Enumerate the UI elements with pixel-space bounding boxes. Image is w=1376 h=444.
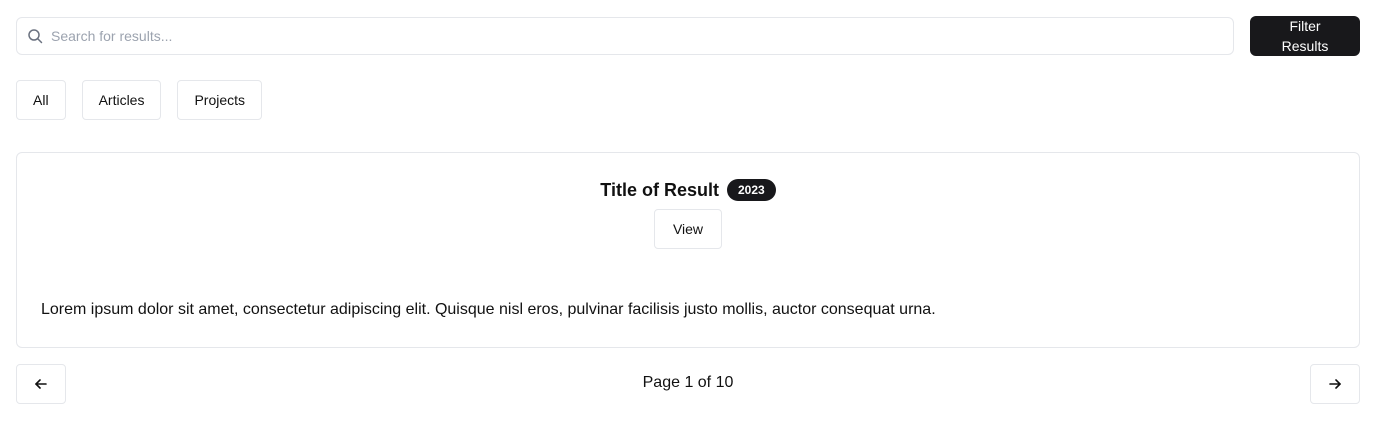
search-input[interactable] (51, 28, 1233, 44)
year-badge: 2023 (726, 179, 776, 201)
result-description: Lorem ipsum dolor sit amet, consectetur … (41, 301, 936, 318)
result-title: Title of Result (600, 179, 719, 200)
view-wrapper: View (17, 209, 1359, 249)
tab-all[interactable]: All (16, 80, 66, 120)
result-card: Title of Result 2023 View Lorem ipsum do… (16, 152, 1360, 348)
arrow-right-icon (1328, 377, 1342, 391)
view-button[interactable]: View (654, 209, 722, 249)
page-indicator: Page 1 of 10 (642, 374, 734, 391)
search-icon (27, 28, 43, 44)
filter-results-button[interactable]: Filter Results (1250, 16, 1360, 56)
search-toolbar: Filter Results (16, 16, 1360, 56)
search-results-page: Filter Results All Articles Projects Tit… (0, 0, 1376, 444)
next-page-button[interactable] (1310, 364, 1360, 404)
result-header: Title of Result 2023 (17, 153, 1359, 201)
category-tabs: All Articles Projects (16, 80, 1360, 120)
tab-articles[interactable]: Articles (81, 80, 162, 120)
tab-projects[interactable]: Projects (177, 80, 263, 120)
pagination: Page 1 of 10 (16, 364, 1360, 404)
search-box[interactable] (16, 17, 1234, 55)
